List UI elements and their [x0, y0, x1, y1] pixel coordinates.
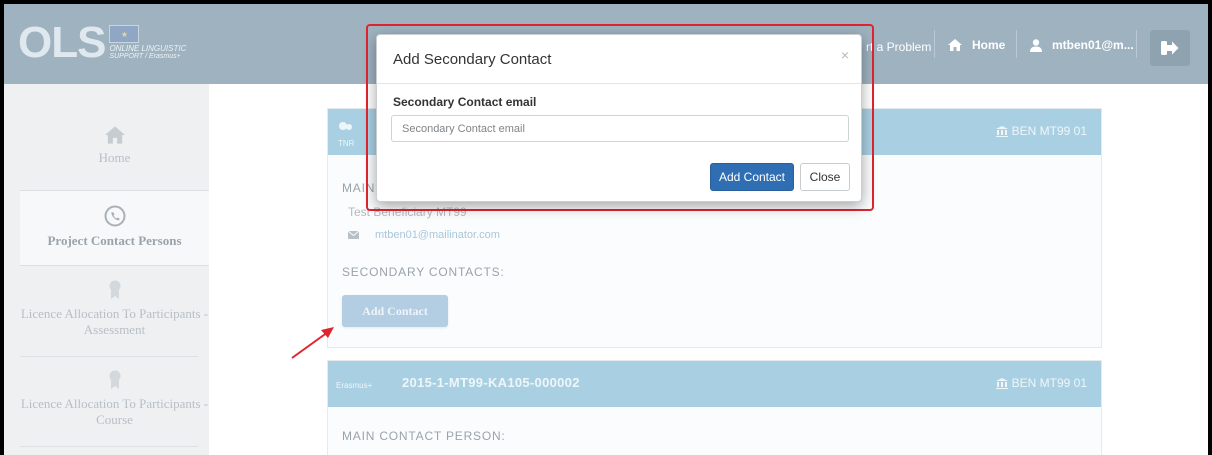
sidebar-item-project-contact-persons[interactable]: Project Contact Persons — [20, 190, 209, 266]
sidebar-item-home[interactable]: Home — [20, 126, 209, 186]
nav-divider — [1016, 30, 1017, 58]
user-menu[interactable]: mtben01@m... — [1030, 38, 1134, 52]
annotation-arrow-icon — [291, 327, 334, 359]
award-icon — [109, 280, 120, 299]
close-button[interactable]: Close — [800, 163, 850, 191]
sidebar: Home Project Contact Persons Licence All… — [4, 84, 209, 455]
sidebar-item-label: Project Contact Persons — [47, 233, 182, 248]
sidebar-divider — [20, 356, 198, 357]
beneficiary-text: BEN MT99 01 — [1011, 124, 1087, 138]
logout-icon — [1161, 41, 1179, 55]
envelope-icon — [348, 231, 359, 239]
project-code: 2015-1-MT99-KA105-000002 — [402, 375, 580, 390]
home-icon — [948, 39, 962, 51]
sidebar-item-licence-course[interactable]: Licence Allocation To Participants - Cou… — [20, 370, 209, 450]
sidebar-item-label: Licence Allocation To Participants - Cou… — [20, 396, 209, 427]
user-icon — [1030, 38, 1042, 52]
institution-icon — [995, 377, 1008, 389]
project-card-header: Erasmus+ 2015-1-MT99-KA105-000002 BEN MT… — [328, 361, 1101, 407]
report-problem-link[interactable]: rt a Problem — [866, 40, 931, 54]
main-contact-label: MAIN CONTACT PERSON: — [342, 429, 506, 443]
beneficiary-label: BEN MT99 01 — [995, 376, 1087, 390]
contact-person-email[interactable]: mtben01@mailinator.com — [348, 229, 500, 241]
program-logo-icon — [339, 122, 352, 130]
nav-home-link[interactable]: Home — [948, 38, 1005, 52]
user-email-label: mtben01@m... — [1052, 38, 1134, 52]
secondary-email-label: Secondary Contact email — [393, 95, 537, 109]
email-text: mtben01@mailinator.com — [375, 229, 500, 241]
beneficiary-label: BEN MT99 01 — [995, 124, 1087, 138]
logo-text: OLS — [18, 18, 106, 67]
project-card: Erasmus+ 2015-1-MT99-KA105-000002 BEN MT… — [327, 360, 1102, 455]
logo-subtitle-1: ONLINE LINGUISTIC — [109, 44, 187, 53]
add-contact-button[interactable]: Add Contact — [710, 163, 794, 191]
nav-home-label: Home — [972, 38, 1006, 52]
eu-flag-icon: ★ — [109, 25, 140, 43]
program-logo-text: Erasmus+ — [336, 381, 373, 390]
add-secondary-contact-modal: Add Secondary Contact × Secondary Contac… — [376, 34, 862, 202]
modal-title: Add Secondary Contact — [393, 51, 552, 68]
secondary-contacts-label: SECONDARY CONTACTS: — [342, 265, 505, 279]
program-logo-text: TNR — [338, 139, 355, 148]
beneficiary-text: BEN MT99 01 — [1011, 376, 1087, 390]
add-secondary-contact-button[interactable]: Add Contact — [342, 295, 448, 327]
nav-divider — [1136, 30, 1137, 58]
logo-subtitle-2: SUPPORT / Erasmus+ — [109, 53, 181, 60]
sidebar-item-licence-assessment[interactable]: Licence Allocation To Participants - Ass… — [20, 280, 209, 360]
phone-icon — [104, 205, 125, 227]
logo-side: ★ ONLINE LINGUISTIC SUPPORT / Erasmus+ — [109, 25, 186, 61]
sidebar-divider — [20, 446, 198, 447]
ols-logo[interactable]: OLS ★ ONLINE LINGUISTIC SUPPORT / Erasmu… — [18, 20, 186, 66]
sidebar-item-label: Licence Allocation To Participants - Ass… — [20, 306, 209, 337]
award-icon — [109, 370, 120, 389]
institution-icon — [995, 125, 1008, 137]
close-icon[interactable]: × — [841, 47, 849, 63]
secondary-email-input[interactable] — [391, 115, 849, 142]
sidebar-item-label: Home — [98, 150, 131, 165]
home-icon — [104, 126, 125, 144]
app-window: OLS ★ ONLINE LINGUISTIC SUPPORT / Erasmu… — [4, 4, 1208, 455]
modal-divider — [377, 83, 861, 84]
nav-divider — [934, 30, 935, 58]
logout-button[interactable] — [1150, 30, 1190, 66]
